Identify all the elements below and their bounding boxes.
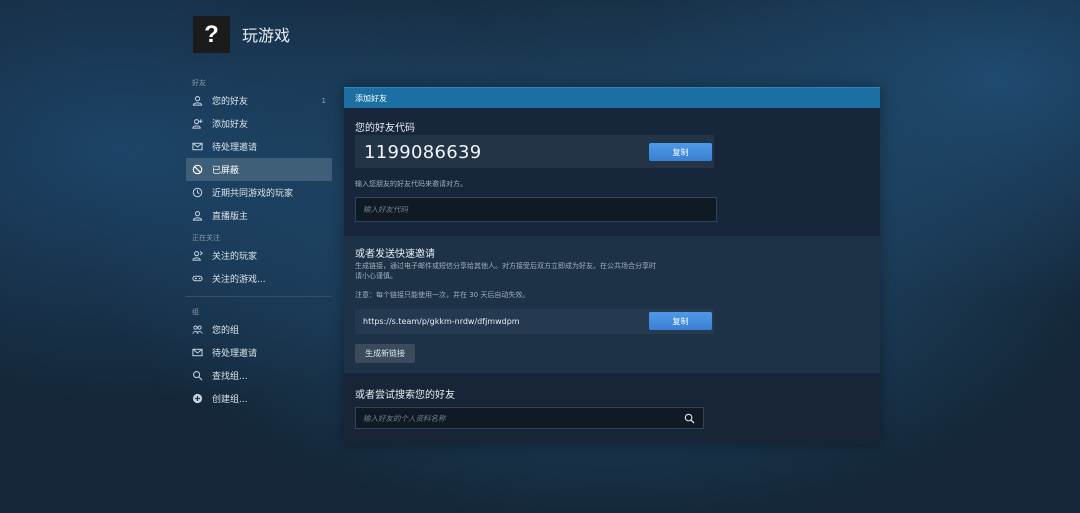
add-person-icon: [191, 117, 204, 130]
search-friends-placeholder: 输入好友的个人资料名称: [363, 413, 446, 423]
quick-invite-desc-line1: 生成链接，通过电子邮件或短信分享给其他人。对方接受后双方立即成为好友。在公共场合…: [355, 262, 656, 270]
block-icon: [191, 163, 204, 176]
sidebar-item-add-friend[interactable]: 添加好友: [186, 112, 332, 135]
envelope-icon: [191, 140, 204, 153]
invite-link[interactable]: https://s.team/p/gkkm-nrdw/dfjmwdpm: [363, 317, 520, 326]
sidebar-item-label: 您的好友: [212, 97, 249, 107]
add-friend-panel: 添加好友 您的好友代码 1199086639 复制 输入您朋友的好友代码来邀请对…: [344, 87, 880, 444]
sidebar-item-label: 直播版主: [212, 212, 249, 222]
sidebar-item-blocked[interactable]: 已屏蔽: [186, 158, 332, 181]
sidebar-item-label: 待处理邀请: [212, 349, 258, 359]
sidebar-item-label: 近期共同游戏的玩家: [212, 189, 294, 199]
avatar: ?: [193, 16, 230, 53]
invite-link-box: https://s.team/p/gkkm-nrdw/dfjmwdpm 复制: [355, 309, 714, 334]
sidebar-item-label: 关注的玩家: [212, 252, 258, 262]
search-friends-title: 或者尝试搜索您的好友: [355, 390, 455, 401]
section-label-following: 正在关注: [192, 234, 220, 242]
sidebar-item-your-friends[interactable]: 您的好友 1: [186, 89, 332, 112]
sidebar-item-label: 查找组...: [212, 372, 248, 382]
quick-invite-description: 生成链接，通过电子邮件或短信分享给其他人。对方接受后双方立即成为好友。在公共场合…: [355, 261, 656, 281]
friend-code-hint: 输入您朋友的好友代码来邀请对方。: [355, 180, 467, 188]
copy-code-button[interactable]: 复制: [649, 143, 712, 161]
friend-count-badge: 1: [321, 96, 326, 105]
quick-invite-note: 注意：每个链接只能使用一次，并在 30 天后自动失效。: [355, 291, 530, 299]
panel-header: 添加好友: [344, 87, 880, 108]
sidebar-item-stream-moderators[interactable]: 直播版主: [186, 204, 332, 227]
search-friends-input[interactable]: 输入好友的个人资料名称: [355, 407, 704, 429]
search-person-icon: [191, 369, 204, 382]
follow-person-icon: [191, 249, 204, 262]
friend-code-title: 您的好友代码: [355, 123, 415, 134]
sidebar-item-followed-games[interactable]: 关注的游戏...: [186, 267, 332, 290]
section-label-friends: 好友: [192, 79, 206, 87]
friend-code-value: 1199086639: [364, 142, 482, 163]
sidebar-item-label: 您的组: [212, 326, 240, 336]
person-icon: [191, 94, 204, 107]
sidebar-item-label: 已屏蔽: [212, 166, 240, 176]
sidebar-item-label: 创建组...: [212, 395, 248, 405]
gamepad-icon: [191, 272, 204, 285]
section-label-groups: 组: [192, 308, 199, 316]
sidebar-item-group-invites[interactable]: 待处理邀请: [186, 341, 332, 364]
person-icon: [191, 209, 204, 222]
search-icon[interactable]: [684, 413, 695, 424]
copy-link-button[interactable]: 复制: [649, 312, 712, 330]
clock-icon: [191, 186, 204, 199]
sidebar-item-pending-invites[interactable]: 待处理邀请: [186, 135, 332, 158]
envelope-icon: [191, 346, 204, 359]
sidebar-item-create-group[interactable]: 创建组...: [186, 387, 332, 410]
friend-code-placeholder: 输入好友代码: [363, 205, 408, 214]
page-title: 玩游戏: [242, 26, 291, 45]
generate-link-button[interactable]: 生成新链接: [355, 344, 415, 363]
friend-code-input[interactable]: 输入好友代码: [355, 197, 717, 222]
group-icon: [191, 323, 204, 336]
sidebar-item-recent-players[interactable]: 近期共同游戏的玩家: [186, 181, 332, 204]
sidebar: 好友 您的好友 1 添加好友 待处理邀请 已屏蔽 近期共同游戏的玩家 直播版主 …: [186, 78, 332, 410]
friend-code-section: 您的好友代码 1199086639 复制 输入您朋友的好友代码来邀请对方。 输入…: [344, 108, 880, 236]
quick-invite-section: 或者发送快速邀请 生成链接，通过电子邮件或短信分享给其他人。对方接受后双方立即成…: [344, 236, 880, 373]
quick-invite-title: 或者发送快速邀请: [355, 249, 435, 260]
sidebar-divider: [186, 296, 332, 297]
sidebar-item-find-groups[interactable]: 查找组...: [186, 364, 332, 387]
search-friends-section: 或者尝试搜索您的好友 输入好友的个人资料名称: [344, 373, 880, 444]
plus-circle-icon: [191, 392, 204, 405]
sidebar-item-label: 待处理邀请: [212, 143, 258, 153]
quick-invite-desc-line2: 请小心谨慎。: [355, 272, 397, 280]
friend-code-box: 1199086639 复制: [355, 135, 714, 168]
sidebar-item-followed-players[interactable]: 关注的玩家: [186, 244, 332, 267]
sidebar-item-your-groups[interactable]: 您的组: [186, 318, 332, 341]
sidebar-item-label: 添加好友: [212, 120, 249, 130]
sidebar-item-label: 关注的游戏...: [212, 275, 266, 285]
